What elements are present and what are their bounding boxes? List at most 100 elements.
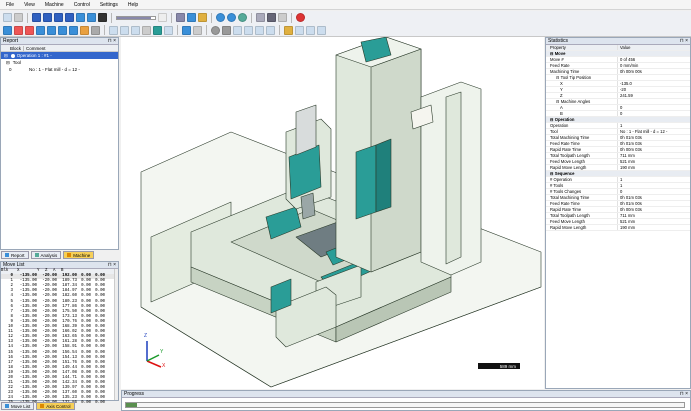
tab-report[interactable]: Report: [1, 251, 29, 259]
view-iso-icon[interactable]: [80, 25, 89, 35]
end-icon[interactable]: [65, 13, 74, 22]
report-row-tool[interactable]: ⊟ Tool: [1, 59, 118, 66]
toolpath-icon[interactable]: [164, 25, 173, 35]
view-bottom-icon[interactable]: [91, 25, 100, 35]
expand-icon[interactable]: ⊟: [4, 53, 8, 59]
slider-handle-icon[interactable]: [158, 13, 167, 22]
close-icon[interactable]: [296, 13, 305, 22]
statistics-property: Total Toolpath Length: [550, 153, 590, 158]
axis-control-icon: [40, 404, 45, 408]
measure-icon[interactable]: [193, 25, 202, 35]
play-icon[interactable]: [32, 13, 41, 22]
fit-icon[interactable]: [256, 13, 265, 22]
pin-icon[interactable]: ⊓ ×: [680, 38, 690, 44]
pan-icon[interactable]: [120, 25, 129, 35]
view-left-icon[interactable]: [58, 25, 67, 35]
refresh-icon[interactable]: [87, 13, 96, 22]
report-icon: [5, 253, 9, 257]
statistics-property: X: [560, 81, 563, 86]
toolbar-separator: [211, 12, 212, 23]
toolbar-separator: [291, 12, 292, 23]
machine-icon[interactable]: [176, 13, 185, 22]
machine-3d-viewport[interactable]: Z X Y: [121, 37, 544, 389]
rotate-icon[interactable]: [131, 25, 140, 35]
zoom-icon[interactable]: [142, 25, 151, 35]
menu-view[interactable]: View: [24, 2, 35, 8]
toolbar-separator: [171, 12, 172, 23]
cabinet-door: [445, 91, 462, 265]
pin-icon[interactable]: ⊓ ×: [680, 391, 690, 397]
tool: [300, 192, 316, 220]
col-property[interactable]: Property: [546, 45, 618, 50]
collision-icon[interactable]: [211, 25, 220, 35]
view-top-icon[interactable]: [36, 25, 45, 35]
fast-forward-icon[interactable]: [54, 13, 63, 22]
trace-icon[interactable]: [295, 25, 304, 35]
menu-settings[interactable]: Settings: [100, 2, 118, 8]
statistics-value: 0h 01m 03s: [620, 195, 642, 200]
move-list-tabs: Move List Axis Control: [1, 402, 75, 410]
extent-icon[interactable]: [278, 13, 287, 22]
tool-icon[interactable]: [153, 25, 162, 35]
statistics-property: # Tools Changes: [550, 189, 582, 194]
statistics-value: 0h 00m 00s: [620, 69, 642, 74]
statistics-property: Feed Rate: [550, 63, 570, 68]
view-front-icon[interactable]: [25, 25, 34, 35]
select-icon[interactable]: [109, 25, 118, 35]
statistics-row[interactable]: Rapid Move Length 190 mm: [546, 225, 690, 231]
zoom-all-icon[interactable]: [266, 25, 275, 35]
step-back-icon[interactable]: [14, 13, 23, 22]
step-forward-icon[interactable]: [43, 13, 52, 22]
statistics-property: Operation: [554, 117, 575, 122]
shaded-icon[interactable]: [238, 13, 247, 22]
path-icon[interactable]: [306, 25, 315, 35]
open-icon[interactable]: [3, 13, 12, 22]
tab-axis-control[interactable]: Axis Control: [36, 402, 75, 410]
sphere-icon[interactable]: [227, 13, 236, 22]
layers-icon[interactable]: [182, 25, 191, 35]
axes-icon[interactable]: [3, 25, 12, 35]
tab-machine[interactable]: Machine: [63, 251, 95, 259]
zoom-window-icon[interactable]: [255, 25, 264, 35]
view-right-icon[interactable]: [47, 25, 56, 35]
report-comment: No : 1 - Flat mill - d = 12 -: [29, 67, 80, 72]
tab-move-list[interactable]: Move List: [1, 402, 35, 410]
menu-machine[interactable]: Machine: [45, 2, 64, 8]
globe-icon[interactable]: [216, 13, 225, 22]
move-list-scrollbar[interactable]: [114, 269, 118, 400]
tab-analysis[interactable]: Analysis: [30, 251, 62, 259]
progress-bar: [125, 402, 685, 408]
move-list-panel: Move List ⊓ × Blk X Y Z A B 0 -135.00 -2…: [0, 261, 119, 405]
statistics-property: Sequence: [554, 171, 575, 176]
highlight-icon[interactable]: [284, 25, 293, 35]
statistics-value: 0h 00m 03s: [620, 147, 642, 152]
statistics-property: B: [560, 111, 563, 116]
report-col-comment[interactable]: Comment: [23, 45, 46, 51]
report-row-tool-detail[interactable]: 0 No : 1 - Flat mill - d = 12 -: [1, 66, 118, 73]
menu-file[interactable]: File: [6, 2, 14, 8]
menu-control[interactable]: Control: [74, 2, 90, 8]
grid-icon[interactable]: [267, 13, 276, 22]
toolbar-separator: [27, 12, 28, 23]
menu-help[interactable]: Help: [128, 2, 138, 8]
loop-icon[interactable]: [76, 13, 85, 22]
speed-slider[interactable]: [116, 15, 156, 20]
report-row-operation[interactable]: ⊟ Operation 1 : #1 -: [1, 52, 118, 59]
report-title: Report: [3, 38, 19, 44]
pin-icon[interactable]: ⊓ ×: [108, 38, 118, 44]
expand-icon[interactable]: ⊟: [6, 60, 10, 66]
view-cube-red-icon[interactable]: [14, 25, 23, 35]
col-value[interactable]: Value: [618, 45, 630, 50]
axis-icon[interactable]: [317, 25, 326, 35]
view-back-icon[interactable]: [69, 25, 78, 35]
statistics-property: Rapid Rate Time: [550, 207, 582, 212]
cube-icon[interactable]: [187, 13, 196, 22]
report-col-block[interactable]: Block: [1, 46, 23, 51]
zoom-in-icon[interactable]: [233, 25, 242, 35]
zoom-out-icon[interactable]: [244, 25, 253, 35]
stop-icon[interactable]: [98, 13, 107, 22]
statistics-property: Total Machining Time: [550, 135, 590, 140]
section-icon[interactable]: [222, 25, 231, 35]
stock-icon[interactable]: [198, 13, 207, 22]
pin-icon[interactable]: ⊓ ×: [108, 262, 118, 268]
